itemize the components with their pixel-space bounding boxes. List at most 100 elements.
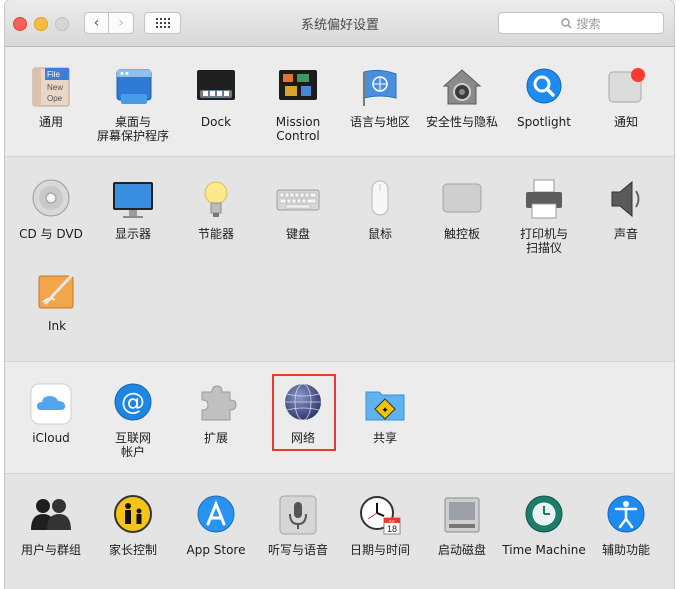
sharing-folder-icon: ✦ — [363, 382, 407, 426]
pref-displays[interactable]: 显示器 — [91, 178, 175, 241]
mouse-icon — [358, 178, 402, 222]
pref-label: 键盘 — [285, 227, 310, 241]
ink-icon — [35, 270, 79, 314]
at-sign-icon: @ — [111, 382, 155, 426]
pref-label: 声音 — [613, 227, 638, 241]
pref-users-groups[interactable]: 用户与群组 — [9, 494, 93, 557]
svg-text:18: 18 — [387, 524, 397, 534]
pref-dictation-speech[interactable]: 听写与语音 — [256, 494, 340, 557]
pref-label: 扩展 — [203, 431, 228, 445]
pref-ink[interactable]: Ink — [15, 270, 99, 333]
svg-text:@: @ — [121, 388, 145, 416]
navigation-buttons: ‹ › — [84, 12, 136, 34]
pref-label: 鼠标 — [367, 227, 392, 241]
lightbulb-icon — [194, 178, 238, 222]
speaker-icon — [604, 178, 648, 222]
pref-accessibility[interactable]: 辅助功能 — [584, 494, 668, 557]
show-all-button[interactable] — [144, 12, 181, 34]
pref-printers-scanners[interactable]: 打印机与 扫描仪 — [502, 178, 586, 255]
pref-sharing[interactable]: ✦ 共享 — [343, 382, 427, 445]
minimize-button[interactable] — [34, 17, 48, 31]
pref-label: 节能器 — [197, 227, 234, 241]
pref-label: CD 与 DVD — [19, 227, 83, 241]
pref-trackpad[interactable]: 触控板 — [420, 178, 504, 241]
mission-control-icon — [276, 66, 320, 110]
trackpad-icon — [440, 178, 484, 222]
spotlight-icon — [522, 66, 566, 110]
printer-icon — [522, 178, 566, 222]
pref-icloud[interactable]: iCloud — [9, 382, 93, 445]
zoom-button[interactable] — [55, 17, 69, 31]
pref-mouse[interactable]: 鼠标 — [338, 178, 422, 241]
pref-spotlight[interactable]: Spotlight — [502, 66, 586, 129]
pref-startup-disk[interactable]: 启动磁盘 — [420, 494, 504, 557]
un-flag-icon — [358, 66, 402, 110]
accessibility-icon — [604, 494, 648, 538]
pref-label: App Store — [186, 543, 246, 557]
puzzle-icon — [194, 382, 238, 426]
pref-label: 安全性与隐私 — [425, 115, 498, 129]
pref-label: 通知 — [613, 115, 638, 129]
pref-keyboard[interactable]: 键盘 — [256, 178, 340, 241]
pref-date-time[interactable]: JUL 18 日期与时间 — [338, 494, 422, 557]
parental-controls-icon — [111, 494, 155, 538]
clock-calendar-icon: JUL 18 — [358, 494, 402, 538]
pref-label: 家长控制 — [108, 543, 157, 557]
pref-time-machine[interactable]: Time Machine — [502, 494, 586, 557]
pref-extensions[interactable]: 扩展 — [174, 382, 258, 445]
users-icon — [29, 494, 73, 538]
pref-language-region[interactable]: 语言与地区 — [338, 66, 422, 129]
display-icon — [111, 178, 155, 222]
app-store-icon — [194, 494, 238, 538]
grid-icon — [155, 18, 170, 28]
svg-text:New: New — [47, 83, 63, 92]
back-button[interactable]: ‹ — [84, 12, 109, 34]
pref-mission-control[interactable]: Mission Control — [256, 66, 340, 143]
pref-energy-saver[interactable]: 节能器 — [174, 178, 258, 241]
pref-internet-accounts[interactable]: @ 互联网 帐户 — [91, 382, 175, 459]
pref-label: Mission Control — [275, 115, 321, 143]
close-button[interactable] — [13, 17, 27, 31]
icloud-icon — [29, 382, 73, 426]
dock-icon — [194, 66, 238, 110]
pref-sound[interactable]: 声音 — [584, 178, 668, 241]
pref-parental-controls[interactable]: 家长控制 — [91, 494, 175, 557]
pref-desktop-screensaver[interactable]: 桌面与 屏幕保护程序 — [91, 66, 175, 143]
svg-text:JUL: JUL — [388, 519, 396, 524]
search-field[interactable]: 搜索 — [498, 12, 664, 34]
pref-cd-dvd[interactable]: CD 与 DVD — [9, 178, 93, 241]
keyboard-icon — [276, 178, 320, 222]
window-title: 系统偏好设置 — [300, 18, 379, 33]
pref-label: 辅助功能 — [601, 543, 650, 557]
system-preferences-window: ‹ › 系统偏好设置 搜索 File New Ope 通用 桌面与 屏幕保护程序… — [5, 0, 674, 589]
general-icon: File New Ope — [29, 66, 73, 110]
pref-label: iCloud — [32, 431, 70, 445]
pref-security-privacy[interactable]: 安全性与隐私 — [420, 66, 504, 129]
pref-label: Dock — [200, 115, 232, 129]
network-highlight-box — [272, 374, 336, 451]
pref-label: Time Machine — [502, 543, 586, 557]
pref-app-store[interactable]: App Store — [174, 494, 258, 557]
pref-label: 打印机与 扫描仪 — [519, 227, 568, 255]
house-lock-icon — [440, 66, 484, 110]
titlebar: ‹ › 系统偏好设置 搜索 — [5, 0, 674, 47]
svg-text:Ope: Ope — [47, 94, 63, 103]
pref-label: Ink — [47, 319, 67, 333]
pref-notifications[interactable]: 通知 — [584, 66, 668, 129]
pref-dock[interactable]: Dock — [174, 66, 258, 129]
pref-label: 听写与语音 — [267, 543, 328, 557]
svg-text:File: File — [47, 70, 60, 79]
pref-label: Spotlight — [517, 115, 571, 129]
pref-label: 互联网 帐户 — [114, 431, 151, 459]
search-placeholder: 搜索 — [576, 16, 601, 31]
pref-label: 语言与地区 — [349, 115, 410, 129]
time-machine-icon — [522, 494, 566, 538]
pref-label: 通用 — [38, 115, 63, 129]
pref-label: 桌面与 屏幕保护程序 — [96, 115, 169, 143]
microphone-icon — [276, 494, 320, 538]
notifications-icon — [604, 66, 648, 110]
pref-general[interactable]: File New Ope 通用 — [9, 66, 93, 129]
hard-disk-icon — [440, 494, 484, 538]
pref-label: 显示器 — [114, 227, 151, 241]
forward-button[interactable]: › — [109, 12, 134, 34]
